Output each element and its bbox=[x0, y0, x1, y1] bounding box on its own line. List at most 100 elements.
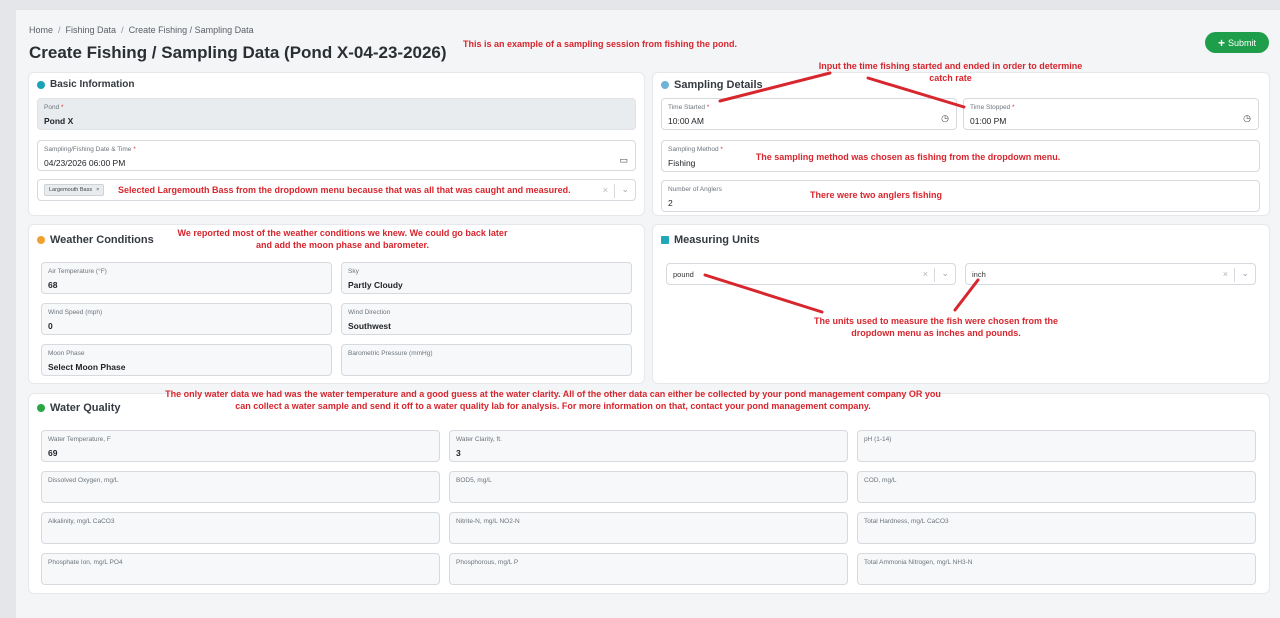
plus-icon: + bbox=[1217, 35, 1225, 50]
annotation-time: Input the time fishing started and ended… bbox=[818, 61, 1083, 83]
time-stopped-label: Time Stopped bbox=[970, 104, 1011, 111]
water-temperature-field[interactable]: Water Temperature, F 69 bbox=[41, 430, 440, 462]
measuring-units-header: Measuring Units bbox=[661, 234, 760, 246]
species-chip-label: Largemouth Bass bbox=[49, 187, 93, 193]
time-stopped-field[interactable]: Time Stopped * 01:00 PM ◷ bbox=[963, 98, 1259, 130]
moon-phase-value: Select Moon Phase bbox=[48, 362, 126, 372]
air-temperature-field[interactable]: Air Temperature (°F) 68 bbox=[41, 262, 332, 294]
field-label: Dissolved Oxygen, mg/L bbox=[48, 477, 119, 484]
number-of-anglers-label: Number of Anglers bbox=[668, 186, 722, 193]
field-value: 69 bbox=[48, 448, 58, 458]
field-value: 3 bbox=[456, 448, 461, 458]
field-label: Total Ammonia Nitrogen, mg/L NH3-N bbox=[864, 559, 973, 566]
wind-speed-label: Wind Speed (mph) bbox=[48, 309, 103, 316]
bod5-field[interactable]: BOD5, mg/L bbox=[449, 471, 848, 503]
chevron-down-icon[interactable]: ⌄ bbox=[621, 184, 629, 195]
annotation-method: The sampling method was chosen as fishin… bbox=[755, 152, 1061, 162]
weight-unit-select[interactable]: pound × ⌄ bbox=[666, 263, 956, 285]
chevron-down-icon[interactable]: ⌄ bbox=[1241, 268, 1249, 279]
measuring-units-card: Measuring Units pound × ⌄ inch × ⌄ bbox=[653, 225, 1269, 383]
field-label: Phosphorous, mg/L P bbox=[456, 559, 519, 566]
submit-label: Submit bbox=[1228, 37, 1257, 48]
annotation-species: Selected Largemouth Bass from the dropdo… bbox=[118, 185, 571, 195]
field-label: COD, mg/L bbox=[864, 477, 897, 484]
cod-field[interactable]: COD, mg/L bbox=[857, 471, 1256, 503]
page-title: Create Fishing / Sampling Data (Pond X-0… bbox=[29, 43, 447, 62]
clock-picker-icon[interactable]: ◷ bbox=[941, 113, 949, 124]
date-time-field[interactable]: Sampling/Fishing Date & Time * 04/23/202… bbox=[37, 140, 636, 171]
date-time-label: Sampling/Fishing Date & Time bbox=[44, 146, 132, 153]
sampling-details-header: Sampling Details bbox=[661, 79, 763, 91]
chip-remove-icon[interactable]: × bbox=[96, 187, 99, 193]
select-divider bbox=[614, 184, 615, 198]
field-label: Water Clarity, ft. bbox=[456, 436, 502, 443]
dissolved-oxygen-field[interactable]: Dissolved Oxygen, mg/L bbox=[41, 471, 440, 503]
sky-field[interactable]: Sky Partly Cloudy bbox=[341, 262, 632, 294]
alkalinity-field[interactable]: Alkalinity, mg/L CaCO3 bbox=[41, 512, 440, 544]
species-chip[interactable]: Largemouth Bass × bbox=[44, 184, 105, 196]
sampling-method-label: Sampling Method bbox=[668, 146, 719, 153]
water-drop-icon bbox=[37, 404, 45, 412]
wind-speed-field[interactable]: Wind Speed (mph) 0 bbox=[41, 303, 332, 335]
sampling-method-value: Fishing bbox=[668, 158, 696, 168]
ph-field[interactable]: pH (1-14) bbox=[857, 430, 1256, 462]
annotation-weather: We reported most of the weather conditio… bbox=[177, 228, 508, 250]
breadcrumb: Home / Fishing Data / Create Fishing / S… bbox=[29, 25, 254, 35]
annotation-anglers: There were two anglers fishing bbox=[809, 190, 943, 200]
air-temperature-value: 68 bbox=[48, 280, 58, 290]
field-label: Total Hardness, mg/L CaCO3 bbox=[864, 518, 949, 525]
breadcrumb-separator: / bbox=[58, 25, 61, 35]
date-time-value: 04/23/2026 06:00 PM bbox=[44, 158, 126, 168]
moon-phase-label: Moon Phase bbox=[48, 350, 85, 357]
sun-cloud-icon bbox=[37, 236, 45, 244]
top-bar bbox=[0, 0, 1280, 10]
clear-icon[interactable]: × bbox=[1223, 269, 1228, 279]
time-started-field[interactable]: Time Started * 10:00 AM ◷ bbox=[661, 98, 957, 130]
water-quality-header: Water Quality bbox=[37, 402, 121, 414]
breadcrumb-fishing-data[interactable]: Fishing Data bbox=[66, 25, 117, 35]
pond-label: Pond bbox=[44, 104, 60, 111]
pond-field[interactable]: Pond * Pond X bbox=[37, 98, 636, 130]
length-unit-select[interactable]: inch × ⌄ bbox=[965, 263, 1256, 285]
weather-conditions-title: Weather Conditions bbox=[50, 234, 154, 246]
annotation-water: The only water data we had was the water… bbox=[165, 389, 941, 411]
field-label: Alkalinity, mg/L CaCO3 bbox=[48, 518, 115, 525]
annotation-units: The units used to measure the fish were … bbox=[813, 316, 1059, 338]
wind-direction-field[interactable]: Wind Direction Southwest bbox=[341, 303, 632, 335]
total-ammonia-nitrogen-field[interactable]: Total Ammonia Nitrogen, mg/L NH3-N bbox=[857, 553, 1256, 585]
clock-icon bbox=[661, 81, 669, 89]
breadcrumb-current: Create Fishing / Sampling Data bbox=[128, 25, 254, 35]
calendar-icon[interactable]: ▭ bbox=[619, 155, 628, 166]
sky-value: Partly Cloudy bbox=[348, 280, 403, 290]
weight-unit-value: pound bbox=[673, 270, 694, 279]
time-stopped-value: 01:00 PM bbox=[970, 116, 1007, 126]
chevron-down-icon[interactable]: ⌄ bbox=[941, 268, 949, 279]
breadcrumb-home[interactable]: Home bbox=[29, 25, 53, 35]
left-sidebar-strip bbox=[0, 10, 16, 618]
phosphate-ion-field[interactable]: Phosphate Ion, mg/L PO4 bbox=[41, 553, 440, 585]
sampling-details-title: Sampling Details bbox=[674, 79, 763, 91]
sky-label: Sky bbox=[348, 268, 359, 275]
barometric-pressure-label: Barometric Pressure (mmHg) bbox=[348, 350, 433, 357]
info-icon bbox=[37, 80, 45, 89]
submit-button[interactable]: + Submit bbox=[1205, 32, 1269, 53]
moon-phase-field[interactable]: Moon Phase Select Moon Phase bbox=[41, 344, 332, 376]
time-started-label: Time Started bbox=[668, 104, 705, 111]
total-hardness-field[interactable]: Total Hardness, mg/L CaCO3 bbox=[857, 512, 1256, 544]
annotation-session: This is an example of a sampling session… bbox=[462, 39, 738, 49]
nitrite-field[interactable]: Nitrite-N, mg/L NO2-N bbox=[449, 512, 848, 544]
length-unit-value: inch bbox=[972, 270, 986, 279]
basic-information-header: Basic Information bbox=[37, 79, 134, 90]
field-label: pH (1-14) bbox=[864, 436, 892, 443]
clear-icon[interactable]: × bbox=[923, 269, 928, 279]
air-temperature-label: Air Temperature (°F) bbox=[48, 268, 107, 275]
wind-direction-value: Southwest bbox=[348, 321, 391, 331]
phosphorous-field[interactable]: Phosphorous, mg/L P bbox=[449, 553, 848, 585]
water-clarity-field[interactable]: Water Clarity, ft. 3 bbox=[449, 430, 848, 462]
breadcrumb-separator: / bbox=[121, 25, 124, 35]
field-label: BOD5, mg/L bbox=[456, 477, 492, 484]
barometric-pressure-field[interactable]: Barometric Pressure (mmHg) bbox=[341, 344, 632, 376]
ruler-icon bbox=[661, 236, 669, 244]
clock-picker-icon[interactable]: ◷ bbox=[1243, 113, 1251, 124]
wind-speed-value: 0 bbox=[48, 321, 53, 331]
